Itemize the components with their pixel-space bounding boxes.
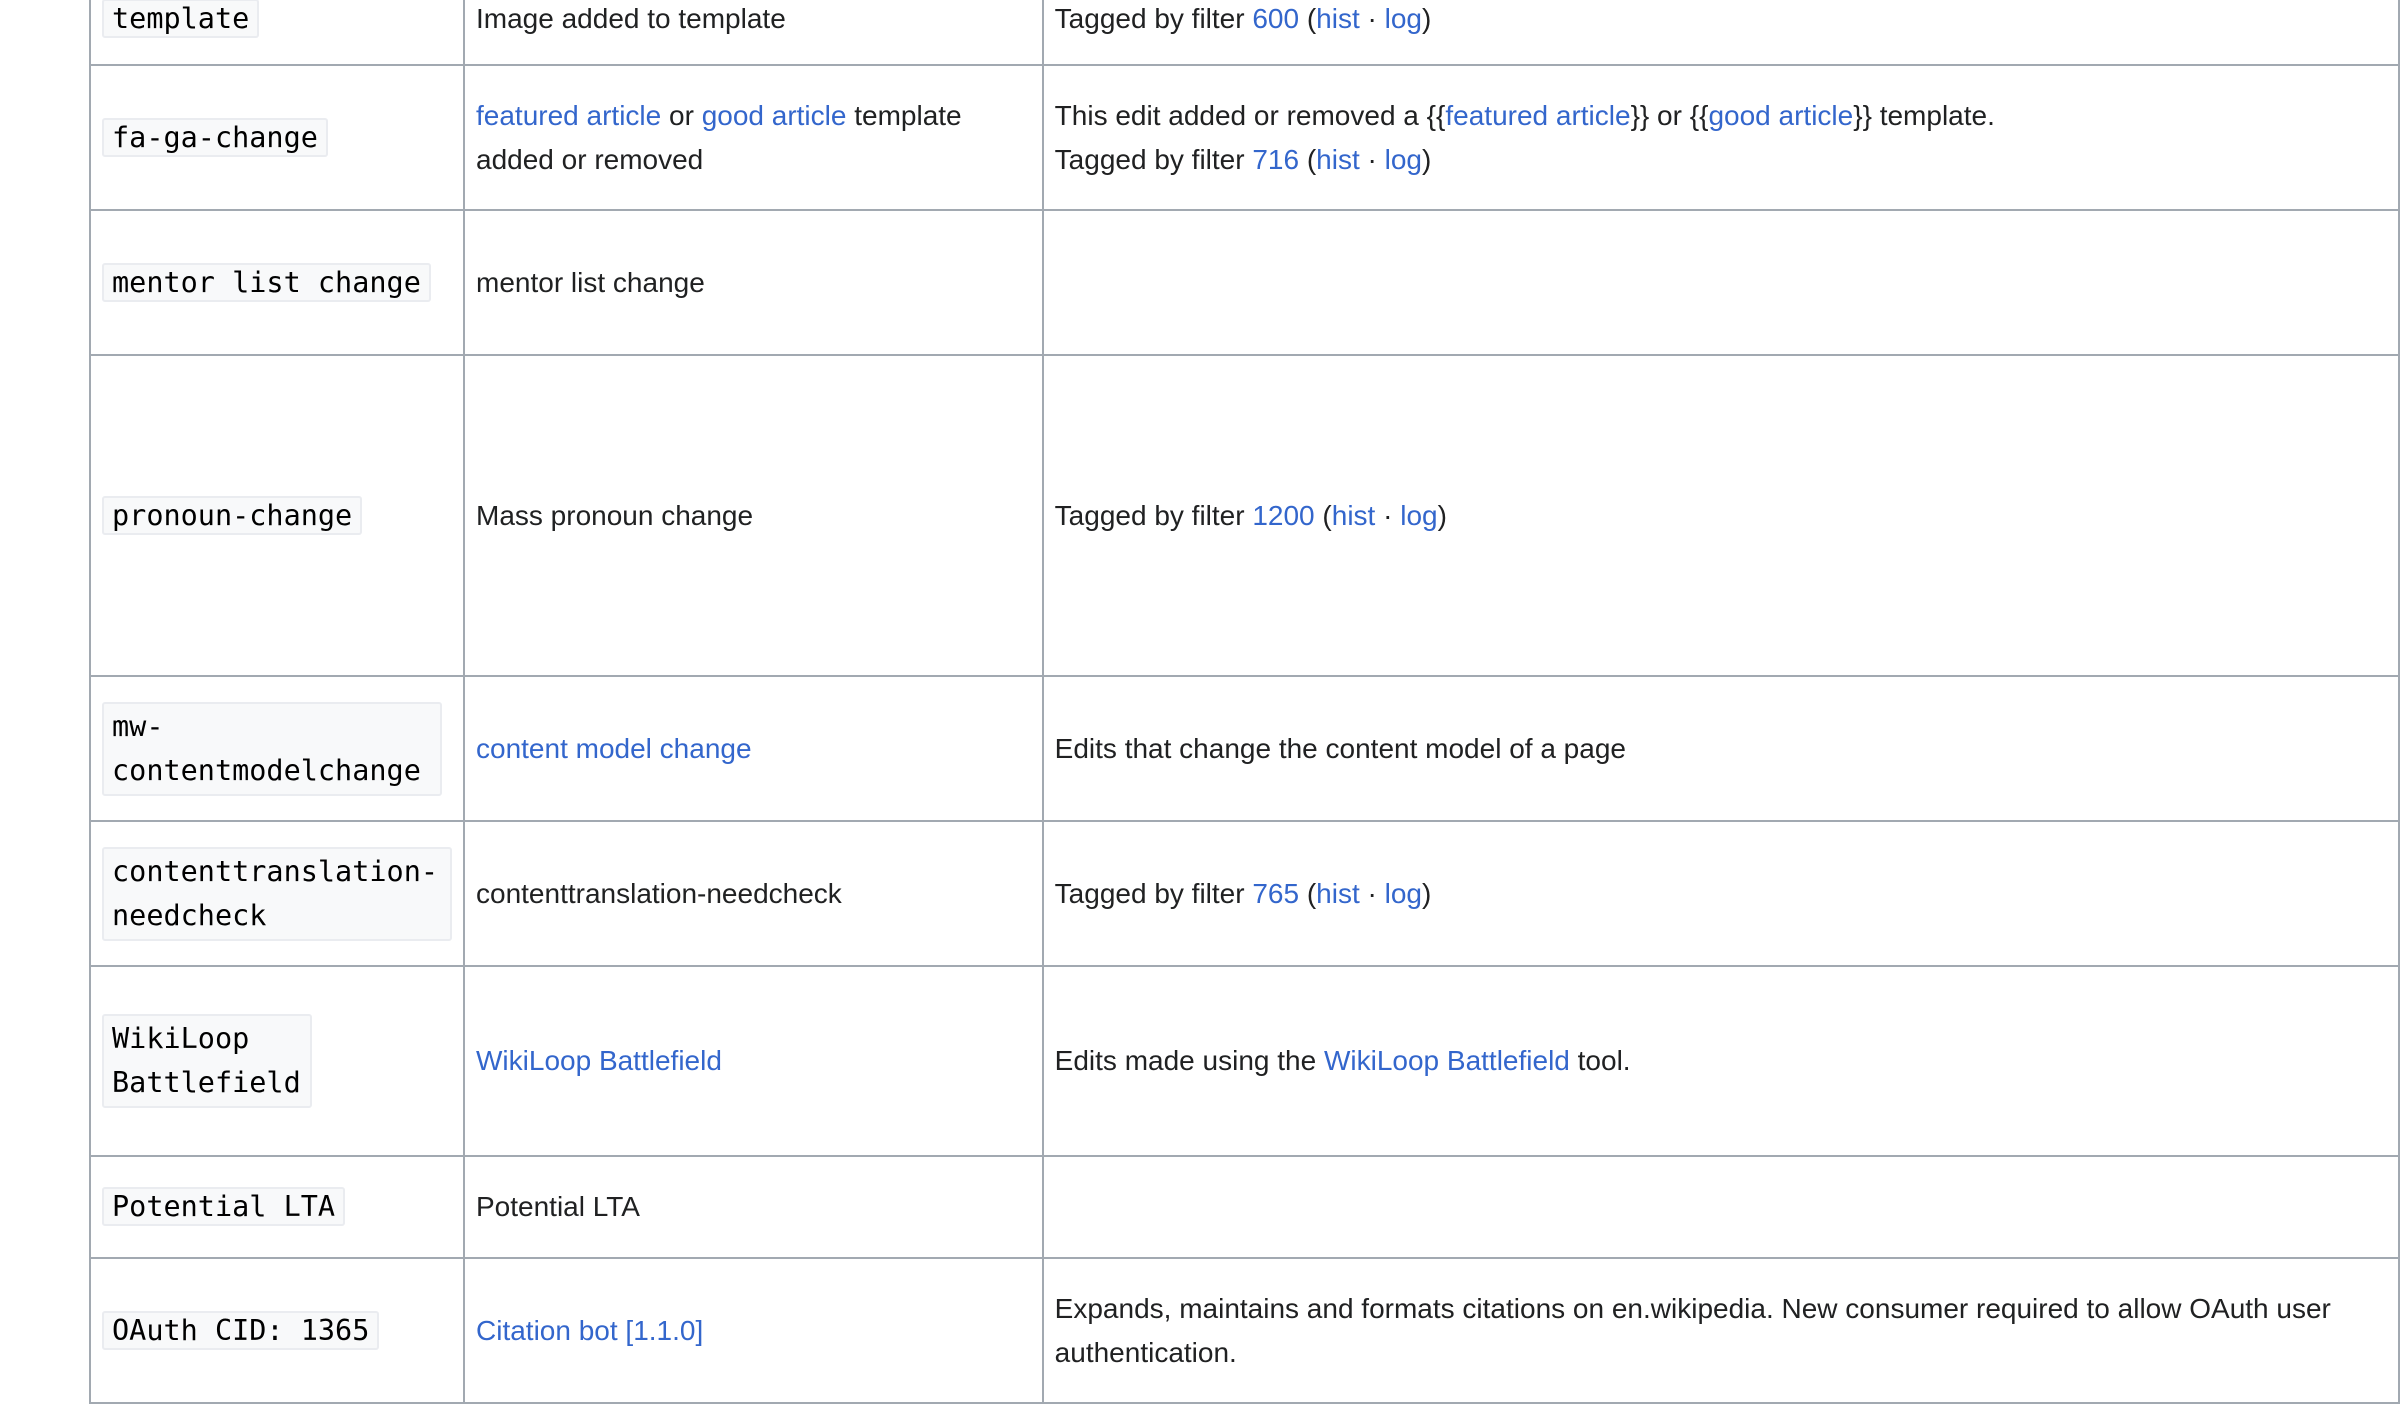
display-cell: contenttranslation-needcheck [463, 820, 1044, 967]
text: }} template. [1853, 99, 1995, 131]
text: contenttranslation-needcheck [476, 877, 842, 909]
display-cell: Potential LTA [463, 1155, 1044, 1259]
text: Tagged by filter [1054, 3, 1253, 34]
description-cell: Tagged by filter 765 (hist · log) [1041, 820, 2400, 967]
text: ( [1299, 143, 1317, 175]
tag-code: OAuth CID: 1365 [102, 1310, 380, 1350]
text: mentor list change [476, 266, 705, 298]
tag-code: pronoun-change [102, 495, 363, 535]
link[interactable]: content model change [476, 733, 752, 764]
text: Mass pronoun change [476, 499, 754, 531]
table-row: fa-ga-change featured article or good ar… [89, 64, 2400, 211]
text: · [1359, 3, 1385, 34]
tag-name-cell: Potential LTA [89, 1155, 465, 1259]
text: ( [1299, 3, 1317, 34]
link[interactable]: 600 [1252, 3, 1299, 34]
text: or [661, 99, 702, 131]
link[interactable]: featured article [1445, 100, 1630, 131]
tag-code: template [102, 0, 260, 38]
table-row: OAuth CID: 1365 Citation bot [1.1.0] Exp… [89, 1257, 2400, 1404]
link[interactable]: good article [1708, 100, 1853, 131]
table-row: WikiLoop Battlefield WikiLoop Battlefiel… [89, 965, 2400, 1157]
tag-name-cell: WikiLoop Battlefield [89, 965, 465, 1157]
tag-code: mw-contentmodelchange [102, 701, 442, 796]
link[interactable]: 716 [1252, 144, 1299, 175]
text: ) [1422, 143, 1432, 175]
description-cell: This edit added or removed a {{featured … [1041, 64, 2400, 211]
text: Image added to template [476, 3, 786, 34]
link[interactable]: log [1385, 144, 1422, 175]
change-tags-table: template Image added to template Tagged … [89, 0, 2400, 1404]
link[interactable]: log [1400, 500, 1437, 531]
link[interactable]: hist [1316, 878, 1360, 909]
description-cell: Tagged by filter 600 (hist · log) [1041, 0, 2400, 66]
text: Potential LTA [476, 1191, 640, 1222]
tag-code: mentor list change [102, 262, 431, 302]
display-cell: WikiLoop Battlefield [463, 965, 1044, 1157]
description-cell [1041, 1155, 2400, 1259]
table-row: pronoun-change Mass pronoun change Tagge… [89, 354, 2400, 677]
text: ( [1299, 877, 1317, 909]
text: ) [1422, 877, 1432, 909]
tag-name-cell: pronoun-change [89, 354, 465, 677]
text: }} or {{ [1630, 99, 1709, 131]
text: · [1359, 877, 1385, 909]
text: ) [1422, 3, 1432, 34]
link[interactable]: 765 [1252, 878, 1299, 909]
text: This edit added or removed a {{ [1054, 99, 1446, 131]
tag-code: contenttranslation-needcheck [102, 846, 452, 941]
text: Edits made using the [1054, 1045, 1324, 1076]
table-row: mentor list change mentor list change [89, 209, 2400, 356]
text: ( [1314, 499, 1332, 531]
description-cell [1041, 209, 2400, 356]
link[interactable]: featured article [476, 100, 661, 131]
description-cell: Edits that change the content model of a… [1041, 675, 2400, 822]
text: Expands, maintains and formats citations… [1054, 1292, 2331, 1368]
description-cell: Edits made using the WikiLoop Battlefiel… [1041, 965, 2400, 1157]
table-row: contenttranslation-needcheck contenttran… [89, 820, 2400, 967]
table-row: template Image added to template Tagged … [89, 0, 2400, 66]
table-row: Potential LTA Potential LTA [89, 1155, 2400, 1259]
text: ) [1437, 499, 1447, 531]
link[interactable]: hist [1316, 3, 1360, 34]
link[interactable]: hist [1332, 500, 1376, 531]
link[interactable]: 1200 [1252, 500, 1314, 531]
text: tool. [1569, 1045, 1631, 1076]
tag-name-cell: fa-ga-change [89, 64, 465, 211]
link[interactable]: WikiLoop Battlefield [1324, 1045, 1570, 1076]
link[interactable]: log [1385, 878, 1422, 909]
tag-name-cell: mw-contentmodelchange [89, 675, 465, 822]
text: · [1375, 499, 1401, 531]
display-cell: featured article or good article templat… [463, 64, 1044, 211]
display-cell: content model change [463, 675, 1044, 822]
tag-name-cell: OAuth CID: 1365 [89, 1257, 465, 1404]
tag-code: fa-ga-change [102, 117, 328, 157]
table-row: mw-contentmodelchange content model chan… [89, 675, 2400, 822]
display-cell: mentor list change [463, 209, 1044, 356]
tag-code: Potential LTA [102, 1187, 346, 1226]
text: Tagged by filter [1054, 499, 1253, 531]
display-cell: Mass pronoun change [463, 354, 1044, 677]
text: · [1359, 143, 1385, 175]
description-cell: Expands, maintains and formats citations… [1041, 1257, 2400, 1404]
link[interactable]: hist [1316, 144, 1360, 175]
description-cell: Tagged by filter 1200 (hist · log) [1041, 354, 2400, 677]
tag-code: WikiLoop Battlefield [102, 1014, 312, 1108]
link[interactable]: log [1385, 3, 1422, 34]
text: Edits that change the content model of a… [1054, 732, 1626, 764]
link[interactable]: good article [702, 100, 847, 131]
text: Tagged by filter [1054, 877, 1253, 909]
link[interactable]: WikiLoop Battlefield [476, 1045, 722, 1076]
link[interactable]: Citation bot [1.1.0] [476, 1315, 703, 1346]
text: Tagged by filter [1054, 143, 1253, 175]
tag-name-cell: mentor list change [89, 209, 465, 356]
tag-name-cell: template [89, 0, 465, 66]
display-cell: Image added to template [463, 0, 1044, 66]
display-cell: Citation bot [1.1.0] [463, 1257, 1044, 1404]
tag-name-cell: contenttranslation-needcheck [89, 820, 465, 967]
